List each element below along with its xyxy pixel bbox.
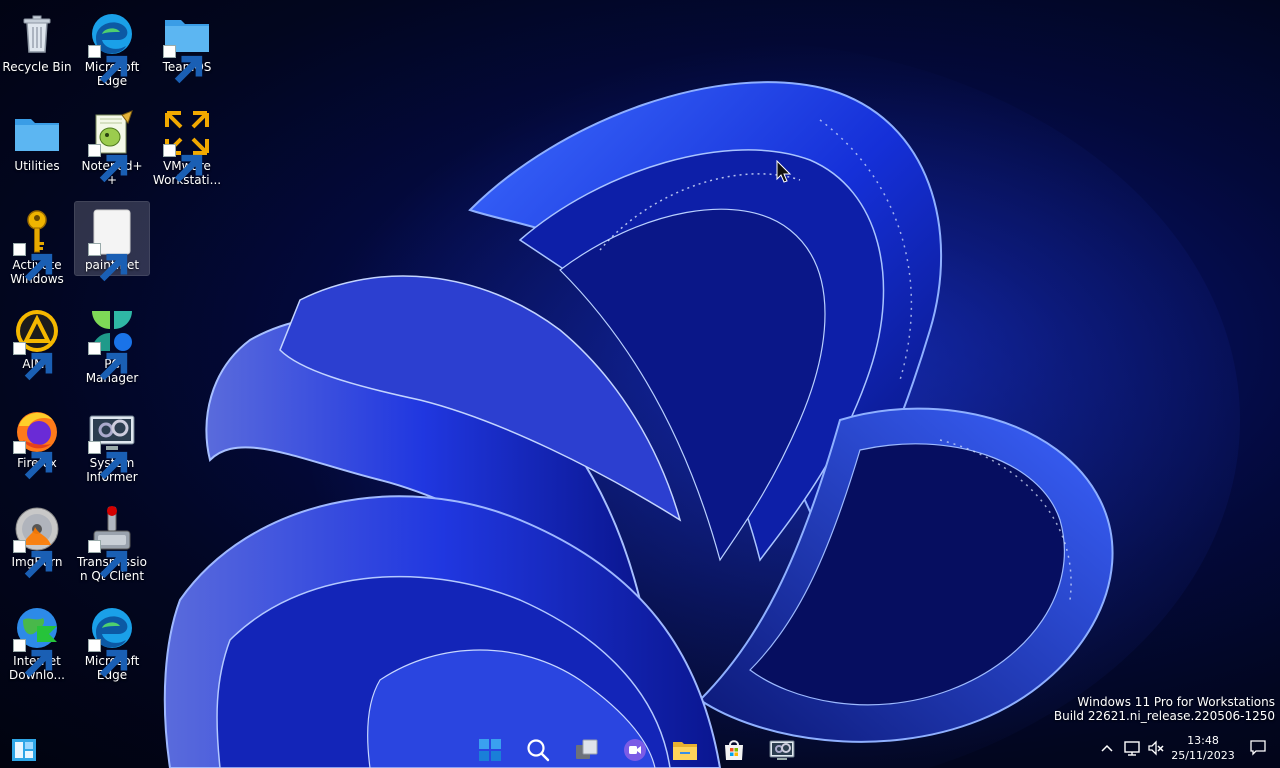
notification-center-button[interactable] (1248, 738, 1268, 758)
shortcut-arrow-icon (88, 639, 128, 678)
clock-date: 25/11/2023 (1171, 749, 1235, 762)
mouse-cursor-icon (776, 160, 792, 183)
recycle-bin-icon (13, 10, 61, 58)
task-view-icon (576, 739, 598, 759)
start-button[interactable] (472, 732, 508, 768)
clock-time: 13:48 (1187, 734, 1219, 747)
desktop-icon-microsoft-edge-2[interactable]: Microsoft Edge (75, 598, 149, 685)
desktop-icon-pc-manager[interactable]: PC Manager (75, 301, 149, 388)
desktop-icon-vmware-workstation[interactable]: VMware Workstati... (150, 103, 224, 190)
chat-button[interactable] (617, 732, 653, 768)
internet-download-manager-icon (13, 604, 61, 678)
search-button[interactable] (520, 732, 556, 768)
desktop-icon-recycle-bin[interactable]: Recycle Bin (0, 4, 74, 77)
shortcut-arrow-icon (88, 540, 128, 579)
taskbar: 13:48 25/11/2023 (0, 728, 1280, 768)
clock[interactable]: 13:48 25/11/2023 (1170, 733, 1236, 763)
windows-build-watermark: Windows 11 Pro for Workstations Build 22… (1054, 695, 1275, 723)
shortcut-arrow-icon (88, 441, 128, 480)
desktop-icon-system-informer[interactable]: System Informer (75, 400, 149, 487)
shortcut-arrow-icon (88, 243, 128, 282)
chat-icon (624, 739, 646, 761)
aimp-icon (13, 307, 61, 381)
system-informer-taskbar-button[interactable] (764, 732, 800, 768)
microsoft-store-button[interactable] (716, 732, 752, 768)
icon-label: Utilities (14, 159, 60, 173)
file-explorer-button[interactable] (667, 732, 703, 768)
network-icon (1124, 741, 1140, 756)
network-button[interactable] (1122, 738, 1142, 758)
desktop-icon-aimp[interactable]: AIMP (0, 301, 74, 381)
notification-icon (1250, 740, 1266, 756)
desktop-icon-utilities[interactable]: Utilities (0, 103, 74, 176)
desktop-icon-teamos[interactable]: TeamOS (150, 4, 224, 84)
desktop-icon-firefox[interactable]: Firefox (0, 400, 74, 480)
microsoft-store-icon (725, 740, 743, 760)
edge-icon (88, 10, 136, 84)
desktop-icon-imgburn[interactable]: ImgBurn (0, 499, 74, 579)
pc-manager-icon (88, 307, 136, 381)
shortcut-arrow-icon (13, 639, 53, 678)
icon-label: Recycle Bin (2, 60, 72, 74)
file-explorer-icon (673, 742, 697, 760)
folder-icon (163, 10, 211, 84)
watermark-build: Build 22621.ni_release.220506-1250 (1053, 709, 1275, 723)
key-icon (13, 208, 61, 282)
folder-icon (13, 109, 61, 157)
chevron-up-icon (1101, 744, 1113, 752)
firefox-icon (13, 406, 61, 480)
vmware-icon (163, 109, 211, 183)
imgburn-icon (13, 505, 61, 579)
shortcut-arrow-icon (163, 144, 203, 183)
system-informer-icon (769, 740, 795, 760)
search-icon (527, 739, 550, 762)
shortcut-arrow-icon (88, 342, 128, 381)
edge-icon (88, 604, 136, 678)
start-icon (479, 739, 501, 761)
desktop-icon-paint-net[interactable]: paint.net (74, 201, 150, 282)
shortcut-arrow-icon (88, 144, 128, 183)
shortcut-arrow-icon (13, 243, 53, 282)
desktop-icon-transmission[interactable]: Transmission Qt Client (75, 499, 149, 586)
system-informer-icon (88, 406, 136, 480)
watermark-edition: Windows 11 Pro for Workstations (1077, 695, 1275, 709)
shortcut-arrow-icon (13, 441, 53, 480)
task-view-button[interactable] (569, 732, 605, 768)
shortcut-arrow-icon (163, 45, 203, 84)
desktop-icon-notepad-plus-plus[interactable]: Notepad++ (75, 103, 149, 190)
transmission-icon (88, 505, 136, 579)
desktop-icon-microsoft-edge[interactable]: Microsoft Edge (75, 4, 149, 91)
desktop-icon-internet-download-manager[interactable]: Internet Downlo... (0, 598, 74, 685)
shortcut-arrow-icon (13, 540, 53, 579)
widgets-icon (12, 739, 36, 761)
show-hidden-icons-button[interactable] (1098, 738, 1116, 758)
paintnet-icon (88, 208, 136, 282)
shortcut-arrow-icon (13, 342, 53, 381)
volume-muted-icon (1148, 740, 1164, 756)
desktop[interactable]: Recycle Bin Microsoft Edge TeamOS Utilit… (0, 0, 1280, 768)
desktop-icon-activate-windows[interactable]: Activate Windows (0, 202, 74, 289)
volume-button[interactable] (1146, 738, 1166, 758)
shortcut-arrow-icon (88, 45, 128, 84)
widgets-button[interactable] (6, 732, 42, 768)
notepad-plus-plus-icon (88, 109, 136, 183)
